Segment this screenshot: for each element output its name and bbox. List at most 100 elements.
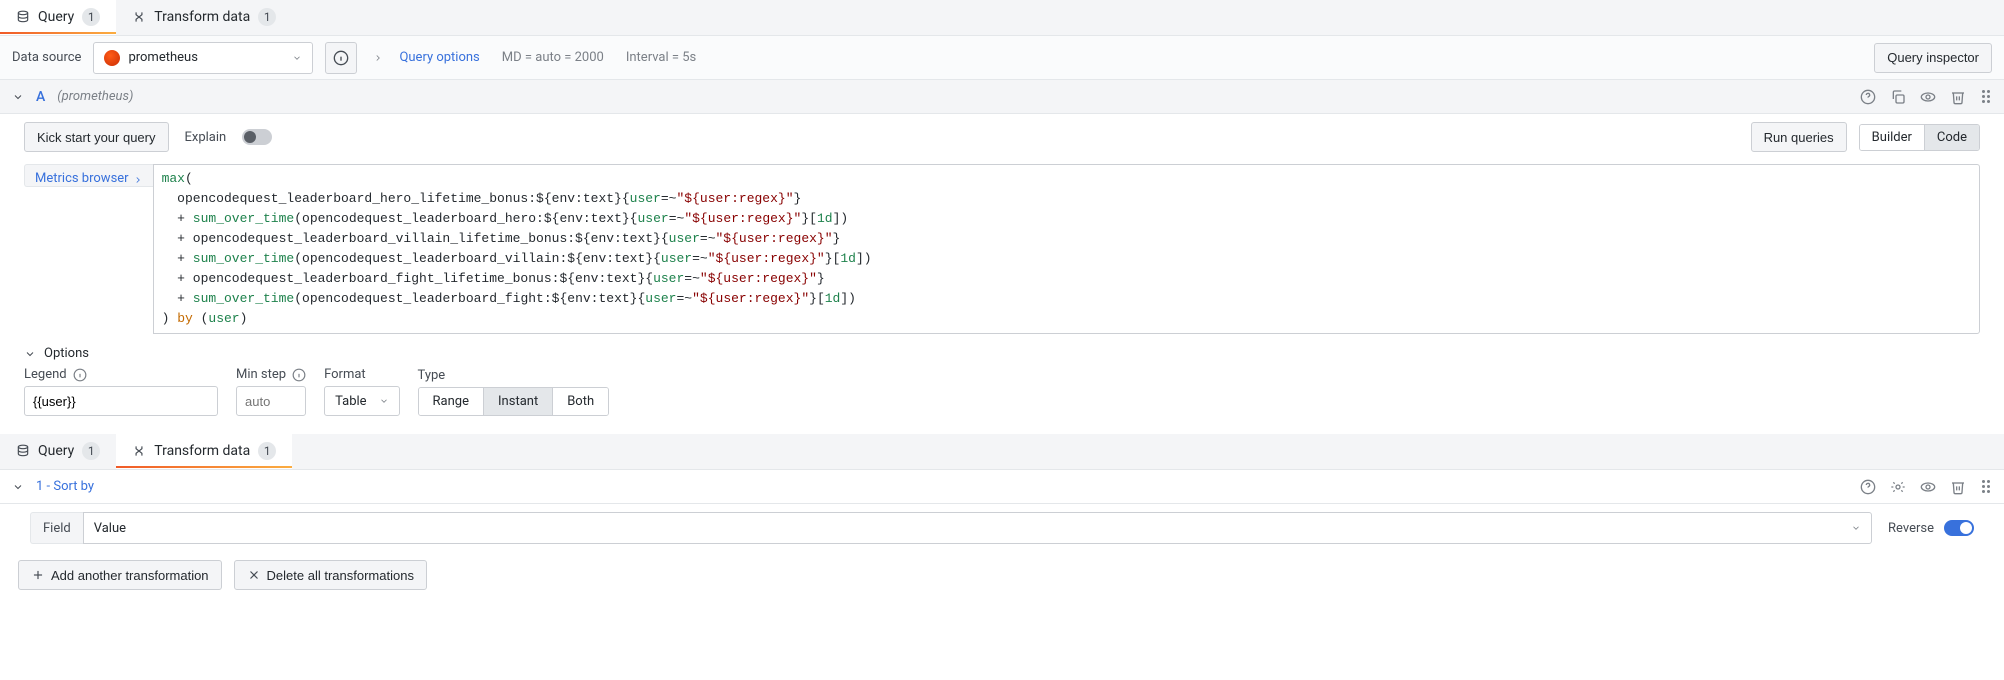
field-label: Field	[30, 512, 83, 544]
code-plus: +	[162, 291, 193, 306]
info-icon[interactable]	[292, 368, 306, 382]
code-punct: ])	[856, 251, 872, 266]
code-metric: opencodequest_leaderboard_hero_lifetime_…	[162, 191, 630, 206]
transform-title[interactable]: 1 - Sort by	[36, 479, 94, 494]
database-icon	[16, 10, 30, 24]
debug-icon[interactable]	[1890, 479, 1906, 495]
code-by: by	[177, 311, 193, 326]
duplicate-icon[interactable]	[1890, 89, 1906, 105]
chevron-right-icon[interactable]	[373, 53, 383, 63]
database-icon	[16, 444, 30, 458]
tab-transform-bottom[interactable]: Transform data 1	[116, 434, 292, 469]
tab-transform-bottom-label: Transform data	[154, 443, 250, 459]
reverse-toggle[interactable]	[1944, 520, 1974, 536]
query-ref-label[interactable]: A	[36, 89, 45, 105]
query-inspector-label: Query inspector	[1887, 50, 1979, 65]
mode-builder[interactable]: Builder	[1860, 125, 1924, 150]
datasource-info-button[interactable]	[325, 42, 357, 74]
plus-icon	[31, 568, 45, 582]
run-queries-button[interactable]: Run queries	[1751, 122, 1847, 152]
query-options-link[interactable]: Query options	[399, 50, 479, 65]
delete-transformations-button[interactable]: Delete all transformations	[234, 560, 427, 590]
drag-handle-icon[interactable]	[1980, 478, 1992, 495]
mode-code[interactable]: Code	[1924, 125, 1979, 150]
help-icon[interactable]	[1860, 89, 1876, 105]
explain-toggle[interactable]	[242, 129, 272, 145]
tab-query[interactable]: Query 1	[0, 0, 116, 35]
code-string: "${user:regex}"	[684, 211, 801, 226]
kick-start-button[interactable]: Kick start your query	[24, 122, 169, 152]
minstep-input[interactable]	[236, 386, 306, 416]
field-select[interactable]: Value	[83, 512, 1872, 544]
tab-query-bottom-badge: 1	[82, 442, 100, 460]
help-icon[interactable]	[1860, 479, 1876, 495]
code-label: user	[208, 311, 239, 326]
bottom-tabstrip: Query 1 Transform data 1	[0, 434, 2004, 470]
metrics-browser-button[interactable]: Metrics browser	[24, 164, 153, 187]
type-range[interactable]: Range	[419, 388, 483, 415]
toggle-visibility-icon[interactable]	[1920, 89, 1936, 105]
code-string: "${user:regex}"	[700, 271, 817, 286]
chevron-down-icon	[24, 348, 36, 360]
code-op: =~	[684, 271, 700, 286]
minstep-label: Min step	[236, 367, 286, 382]
chevron-down-icon	[1851, 523, 1861, 533]
format-value: Table	[335, 394, 366, 409]
code-punct: (	[193, 311, 209, 326]
code-string: "${user:regex}"	[716, 231, 833, 246]
format-label: Format	[324, 367, 366, 382]
type-label: Type	[418, 368, 446, 383]
code-fn-max: max	[162, 171, 185, 186]
top-tabstrip: Query 1 Transform data 1	[0, 0, 2004, 36]
code-punct: }	[833, 231, 841, 246]
code-label: user	[630, 191, 661, 206]
code-op: =~	[677, 291, 693, 306]
type-instant[interactable]: Instant	[483, 388, 552, 415]
legend-input[interactable]	[24, 386, 218, 416]
query-inspector-button[interactable]: Query inspector	[1874, 43, 1992, 73]
code-punct: (	[185, 171, 193, 186]
code-row: Metrics browser max( opencodequest_leade…	[0, 160, 2004, 340]
tab-query-bottom[interactable]: Query 1	[0, 434, 116, 469]
code-string: "${user:regex}"	[708, 251, 825, 266]
code-string: "${user:regex}"	[676, 191, 793, 206]
reverse-label: Reverse	[1888, 521, 1934, 536]
code-metric: (opencodequest_leaderboard_hero:${env:te…	[294, 211, 637, 226]
options-header[interactable]: Options	[24, 346, 1980, 361]
query-controls: Kick start your query Explain Run querie…	[0, 114, 2004, 160]
transform-actions: Add another transformation Delete all tr…	[0, 552, 2004, 602]
tab-transform-label: Transform data	[154, 9, 250, 25]
delete-transformations-label: Delete all transformations	[267, 568, 414, 583]
explain-label: Explain	[185, 130, 227, 145]
code-metric: (opencodequest_leaderboard_fight:${env:t…	[294, 291, 645, 306]
query-subtitle: (prometheus)	[57, 89, 133, 104]
promql-editor[interactable]: max( opencodequest_leaderboard_hero_life…	[153, 164, 1980, 334]
tab-transform-badge: 1	[258, 8, 276, 26]
code-fn: sum_over_time	[193, 251, 294, 266]
collapse-toggle[interactable]	[12, 481, 24, 493]
field-value: Value	[94, 521, 126, 536]
tab-transform[interactable]: Transform data 1	[116, 0, 292, 35]
format-select[interactable]: Table	[324, 386, 399, 416]
tab-query-badge: 1	[82, 8, 100, 26]
type-both[interactable]: Both	[552, 388, 608, 415]
add-transformation-label: Add another transformation	[51, 568, 209, 583]
add-transformation-button[interactable]: Add another transformation	[18, 560, 222, 590]
trash-icon[interactable]	[1950, 89, 1966, 105]
code-plus: +	[162, 251, 193, 266]
info-icon[interactable]	[73, 368, 87, 382]
trash-icon[interactable]	[1950, 479, 1966, 495]
drag-handle-icon[interactable]	[1980, 88, 1992, 105]
code-punct: }[	[825, 251, 841, 266]
code-plus: +	[162, 211, 193, 226]
transform-icon	[132, 10, 146, 24]
chevron-down-icon	[379, 396, 389, 406]
code-punct: }[	[809, 291, 825, 306]
type-segmented: Range Instant Both	[418, 387, 610, 416]
code-punct: }	[817, 271, 825, 286]
close-icon	[247, 568, 261, 582]
code-label: user	[653, 271, 684, 286]
toggle-visibility-icon[interactable]	[1920, 479, 1936, 495]
collapse-toggle[interactable]	[12, 91, 24, 103]
datasource-select[interactable]: prometheus	[93, 42, 313, 74]
